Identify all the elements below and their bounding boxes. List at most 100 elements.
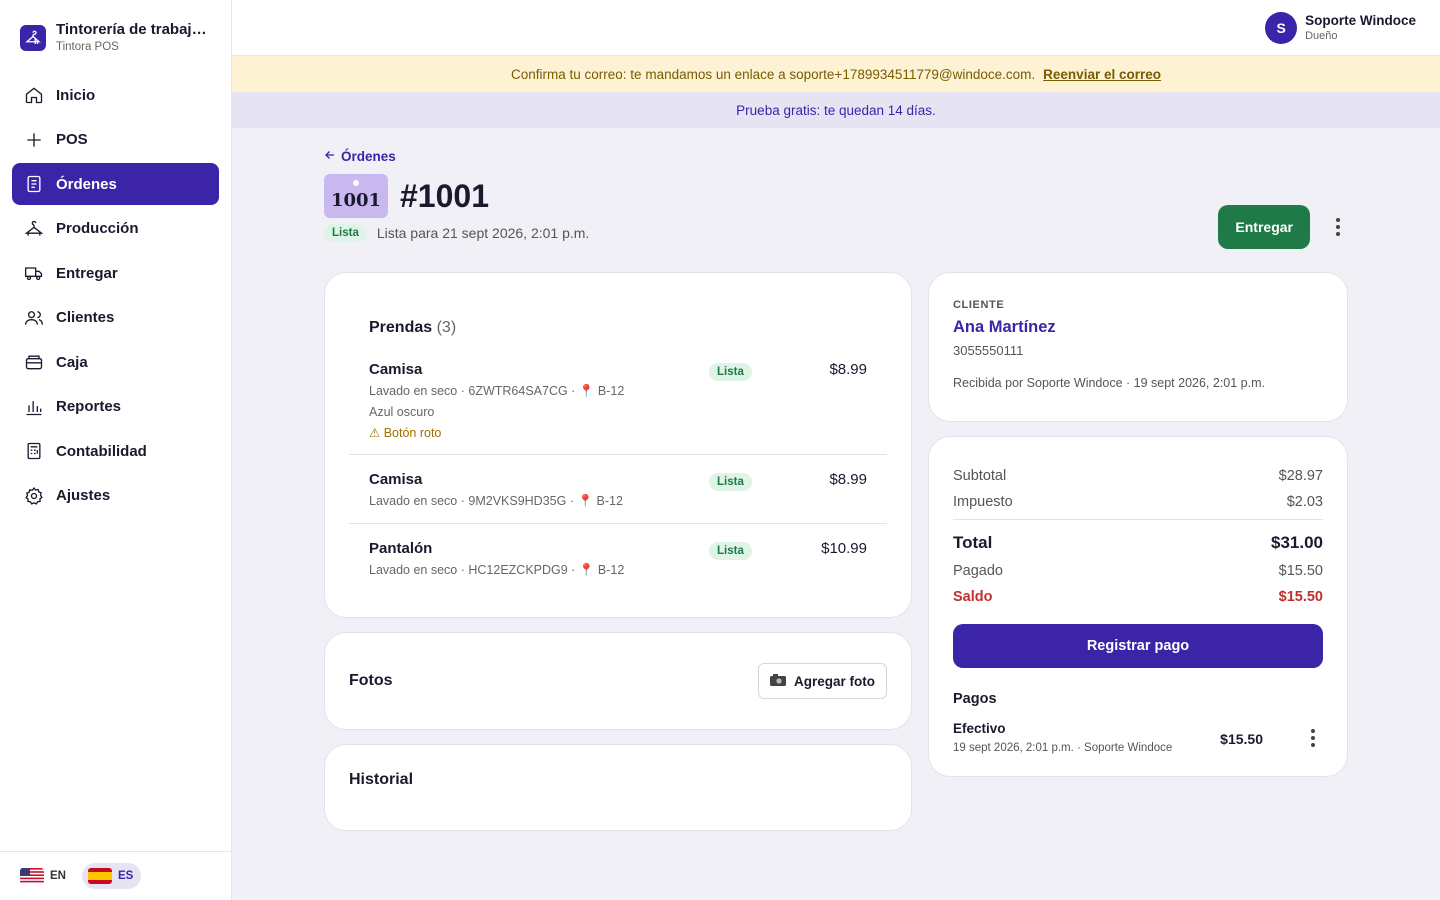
brand[interactable]: Tintorería de trabaj… Tintora POS <box>0 0 231 55</box>
main-nav: Inicio POS Órdenes Producción Entregar C… <box>0 74 231 517</box>
item-status-badge: Lista <box>709 473 752 491</box>
sidebar: Tintorería de trabaj… Tintora POS Inicio… <box>0 0 232 900</box>
item-name: Camisa <box>369 361 423 378</box>
item-status-badge: Lista <box>709 542 752 560</box>
nav-item-ordenes[interactable]: Órdenes <box>12 163 219 205</box>
tax-row: Impuesto $2.03 <box>953 494 1323 510</box>
bar-chart-icon <box>24 397 44 417</box>
payments-title: Pagos <box>953 691 997 707</box>
payment-options-icon[interactable] <box>1311 729 1315 750</box>
pin-icon: 📍 <box>577 494 594 508</box>
nav-item-entregar[interactable]: Entregar <box>12 252 219 294</box>
nav-label: Contabilidad <box>56 442 147 460</box>
email-confirm-banner: Confirma tu correo: te mandamos un enlac… <box>232 56 1440 92</box>
total-row: Total $31.00 <box>953 533 1323 552</box>
lang-en-button[interactable]: EN <box>14 863 74 889</box>
left-column: Prendas (3) Camisa Lavado en seco · 6ZWT… <box>324 272 912 831</box>
list-item[interactable]: Camisa Lavado en seco · 6ZWTR64SA7CG · 📍… <box>349 345 887 455</box>
client-name-link[interactable]: Ana Martínez <box>953 318 1323 337</box>
items-card: Prendas (3) Camisa Lavado en seco · 6ZWT… <box>324 272 912 618</box>
document-icon <box>24 174 44 194</box>
ledger-icon <box>24 441 44 461</box>
item-name: Pantalón <box>369 540 433 557</box>
item-meta: Lavado en seco · HC12EZCKPDG9 · 📍 B-12 <box>369 563 625 577</box>
back-label: Órdenes <box>341 149 396 164</box>
home-icon <box>24 85 44 105</box>
register-icon <box>24 352 44 372</box>
page-title: #1001 <box>400 177 489 214</box>
nav-label: Órdenes <box>56 175 117 193</box>
item-name: Camisa <box>369 471 423 488</box>
item-status-badge: Lista <box>709 363 752 381</box>
items-title: Prendas (3) <box>369 319 457 336</box>
us-flag-icon <box>20 868 44 884</box>
main-area: S Soporte Windoce Dueño Confirma tu corr… <box>232 0 1440 900</box>
nav-item-clientes[interactable]: Clientes <box>12 297 219 339</box>
nav-item-contabilidad[interactable]: Contabilidad <box>12 430 219 472</box>
register-payment-button[interactable]: Registrar pago <box>953 624 1323 668</box>
avatar: S <box>1265 11 1298 44</box>
payment-meta: 19 sept 2026, 2:01 p.m. · Soporte Windoc… <box>953 742 1173 754</box>
item-price: $8.99 <box>829 471 867 488</box>
nav-label: Clientes <box>56 309 115 326</box>
nav-label: Entregar <box>56 264 118 282</box>
order-tag-icon: 1001 <box>324 174 388 218</box>
order-detail: Órdenes 1001 #1001 Lista Lista para 21 s… <box>324 148 1350 831</box>
nav-label: Ajustes <box>56 487 111 504</box>
brand-subtitle: Tintora POS <box>56 40 119 53</box>
nav-item-reportes[interactable]: Reportes <box>12 386 219 428</box>
order-actions: Entregar <box>1218 205 1350 249</box>
item-note: Azul oscuro <box>369 405 435 419</box>
camera-icon <box>770 673 786 689</box>
pin-icon: 📍 <box>578 384 595 398</box>
back-to-orders-link[interactable]: Órdenes <box>324 149 396 164</box>
nav-label: Producción <box>56 220 139 237</box>
nav-item-pos[interactable]: POS <box>12 119 219 161</box>
nav-item-produccion[interactable]: Producción <box>12 208 219 250</box>
nav-item-caja[interactable]: Caja <box>12 341 219 383</box>
ready-date: Lista para 21 sept 2026, 2:01 p.m. <box>376 225 590 241</box>
item-price: $10.99 <box>821 540 867 557</box>
gear-icon <box>24 486 44 506</box>
subtotal-row: Subtotal $28.97 <box>953 468 1323 484</box>
photos-card: Fotos Agregar foto <box>324 632 912 730</box>
client-label: CLIENTE <box>953 299 1005 311</box>
plus-icon <box>24 130 44 150</box>
order-header: 1001 #1001 <box>324 174 1350 218</box>
arrow-left-icon <box>324 149 336 164</box>
totals-divider <box>953 519 1323 520</box>
hanger-icon <box>24 219 44 239</box>
add-photo-button[interactable]: Agregar foto <box>758 663 887 699</box>
lang-es-label: ES <box>117 870 134 882</box>
nav-item-ajustes[interactable]: Ajustes <box>12 475 219 517</box>
user-menu[interactable]: S Soporte Windoce Dueño <box>1265 11 1416 44</box>
order-status-line: Lista Lista para 21 sept 2026, 2:01 p.m. <box>324 224 1350 242</box>
warning-icon: ⚠ <box>369 426 381 440</box>
list-item[interactable]: Pantalón Lavado en seco · HC12EZCKPDG9 ·… <box>349 524 887 592</box>
email-confirm-text: Confirma tu correo: te mandamos un enlac… <box>511 66 1036 82</box>
pin-icon: 📍 <box>578 563 595 577</box>
payment-method: Efectivo <box>953 721 1006 736</box>
hanger-logo-icon <box>20 24 46 51</box>
totals-card: Subtotal $28.97 Impuesto $2.03 Total $31.00… <box>928 436 1348 777</box>
list-item[interactable]: Camisa Lavado en seco · 9M2VKS9HD35G · 📍… <box>349 455 887 524</box>
right-column: CLIENTE Ana Martínez 3055550111 Recibida… <box>928 272 1348 831</box>
history-title: Historial <box>349 771 414 788</box>
more-options-icon[interactable] <box>1326 215 1350 239</box>
brand-name: Tintorería de trabaj… <box>56 20 207 38</box>
history-card: Historial <box>324 744 912 831</box>
language-switcher: EN ES <box>0 851 231 900</box>
client-phone: 3055550111 <box>953 343 1024 358</box>
paid-row: Pagado $15.50 <box>953 563 1323 579</box>
payment-amount: $15.50 <box>1220 731 1263 747</box>
deliver-button[interactable]: Entregar <box>1218 205 1310 249</box>
item-price: $8.99 <box>829 361 867 378</box>
user-name: Soporte Windoce <box>1305 13 1416 28</box>
lang-es-button[interactable]: ES <box>81 863 142 889</box>
received-by: Recibida por Soporte Windoce · 19 sept 2… <box>953 376 1265 390</box>
truck-icon <box>24 263 44 283</box>
nav-label: Inicio <box>56 86 96 104</box>
nav-item-inicio[interactable]: Inicio <box>12 74 219 116</box>
resend-email-link[interactable]: Reenviar el correo <box>1043 67 1161 82</box>
items-list: Camisa Lavado en seco · 6ZWTR64SA7CG · 📍… <box>349 345 887 592</box>
